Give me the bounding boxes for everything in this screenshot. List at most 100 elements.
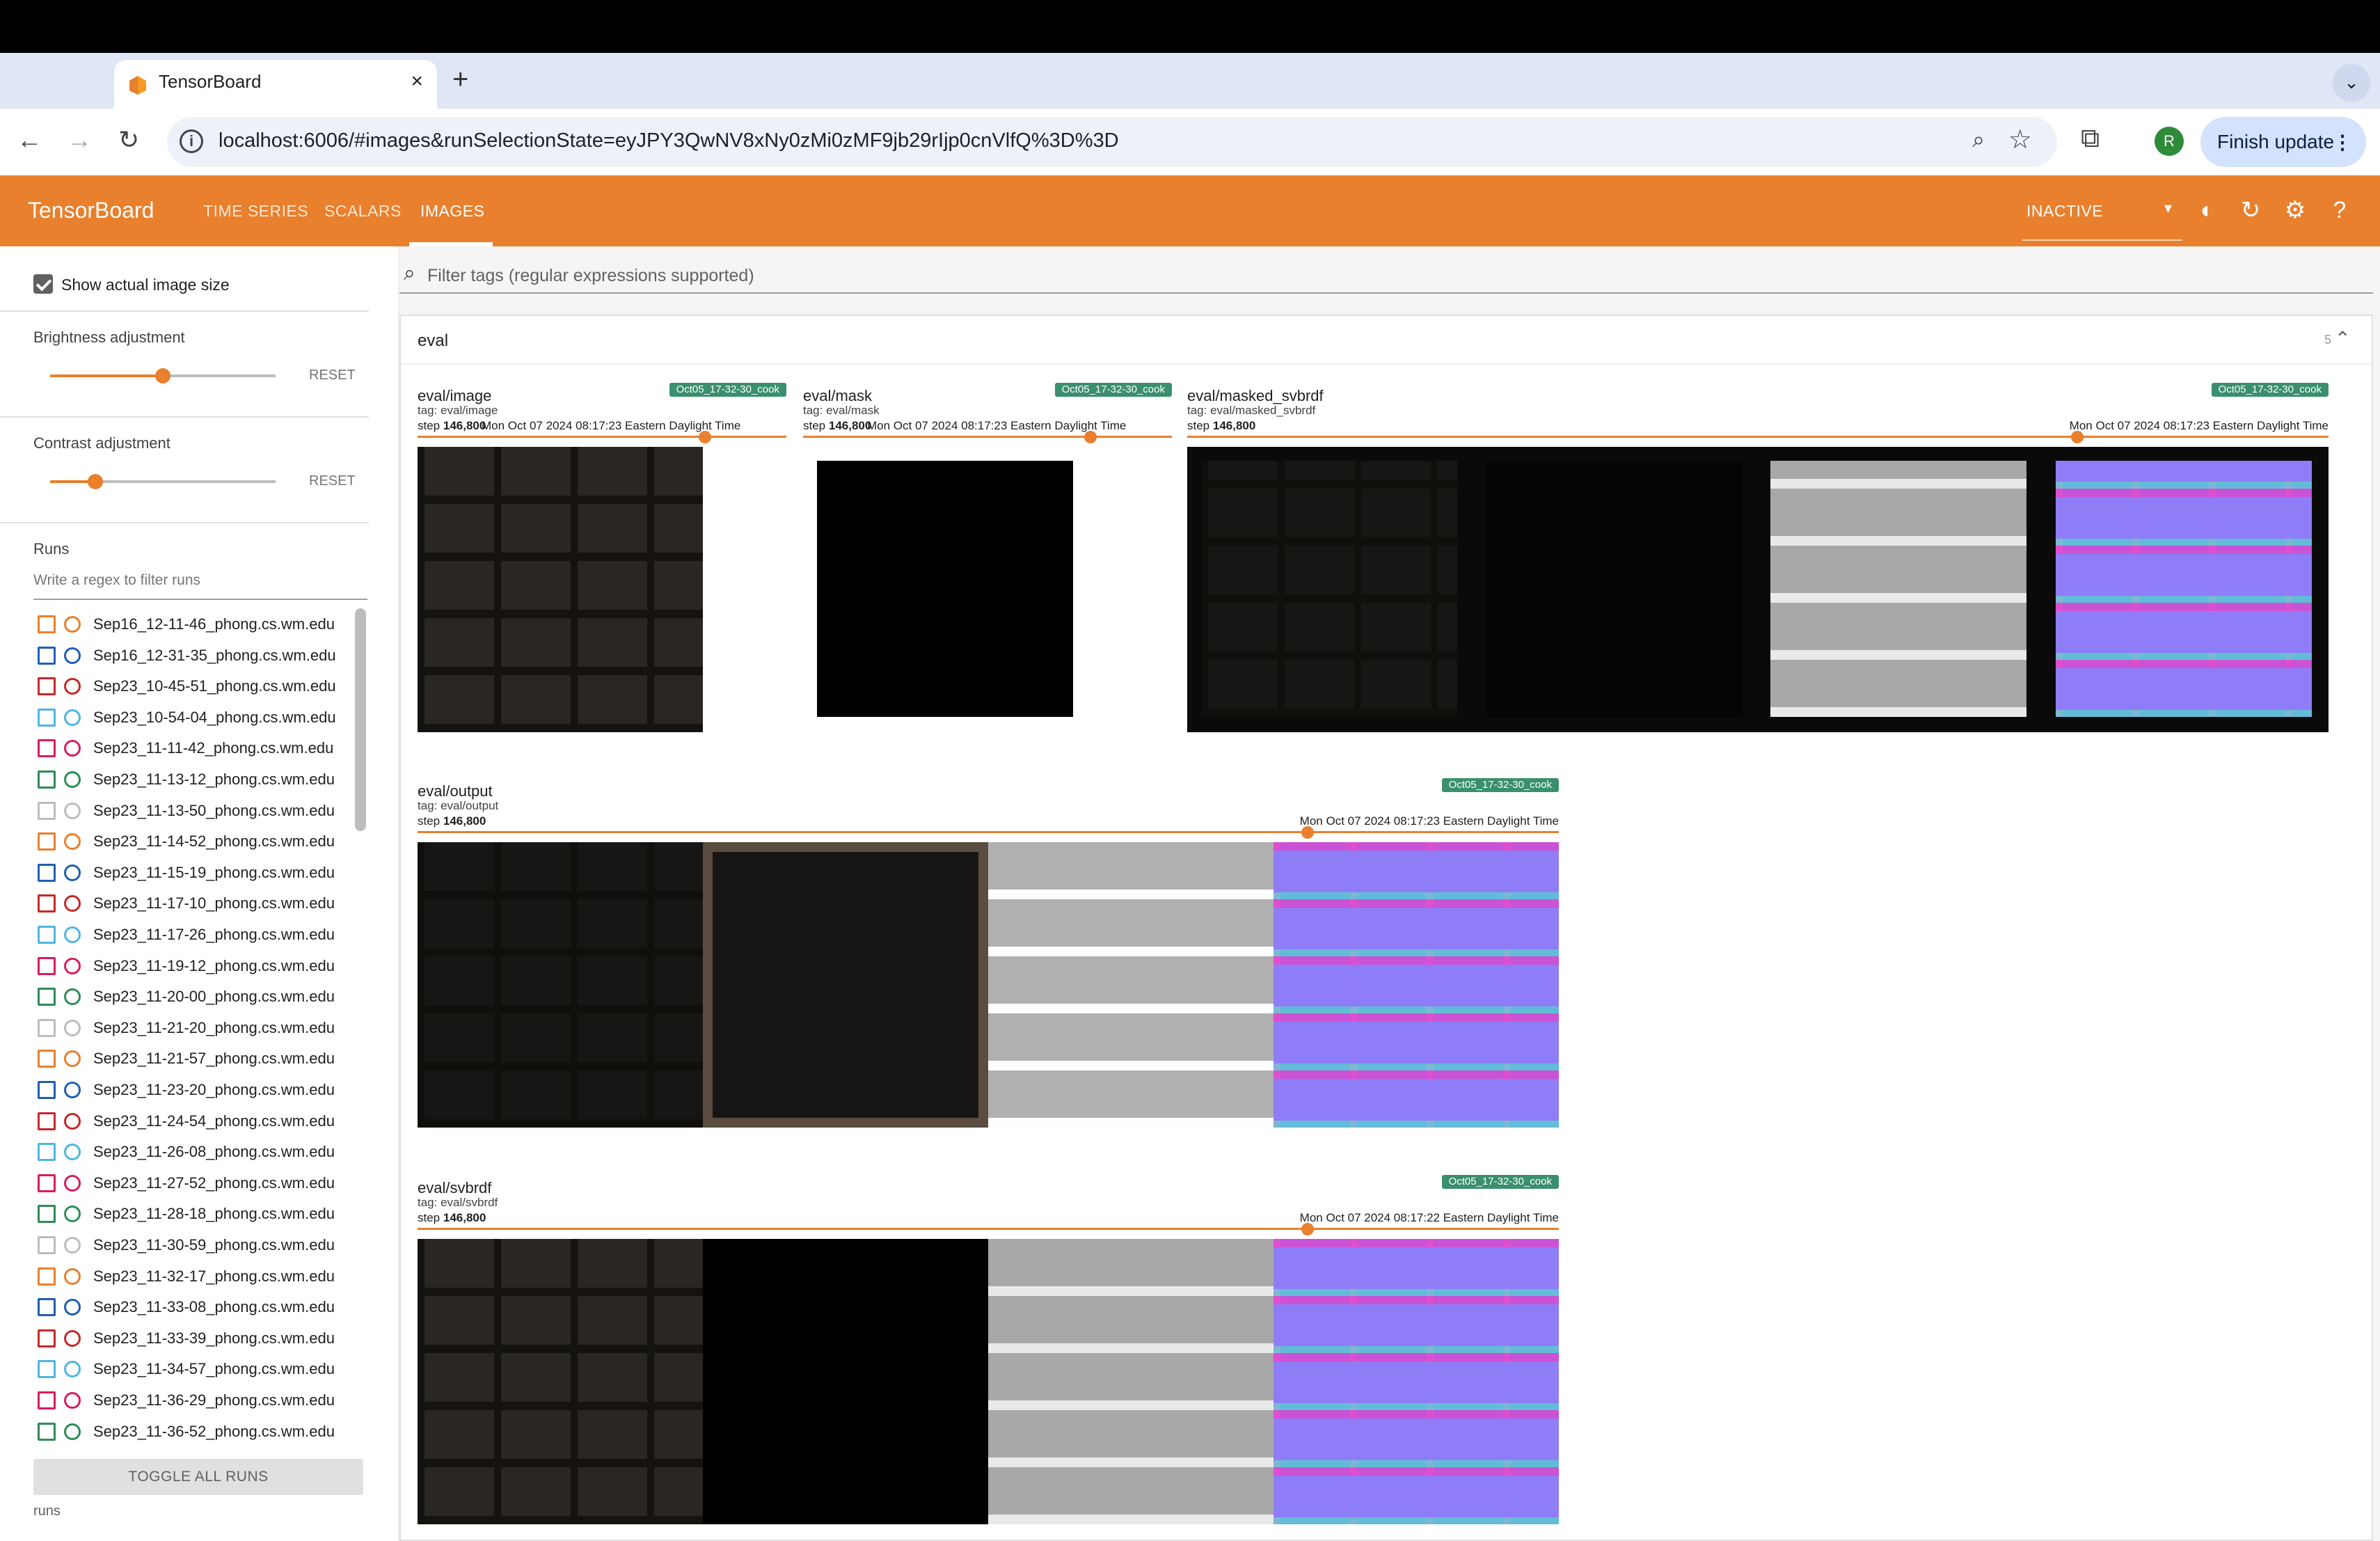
- step-slider-track[interactable]: [418, 436, 786, 438]
- run-item[interactable]: Sep23_11-34-57_phong.cs.wm.edu: [33, 1354, 360, 1382]
- run-color-swatch[interactable]: [64, 1423, 81, 1440]
- run-checkbox[interactable]: [38, 770, 56, 789]
- run-checkbox[interactable]: [38, 894, 56, 913]
- contrast-slider[interactable]: [50, 474, 276, 489]
- run-color-swatch[interactable]: [64, 678, 81, 695]
- run-checkbox[interactable]: [38, 739, 56, 758]
- step-slider-track[interactable]: [803, 436, 1172, 438]
- step-slider-track[interactable]: [418, 831, 1559, 833]
- refresh-icon[interactable]: ↻: [2237, 196, 2264, 224]
- browser-tab[interactable]: TensorBoard ×: [114, 60, 437, 109]
- url-text[interactable]: localhost:6006/#images&runSelectionState…: [219, 129, 1119, 152]
- run-color-swatch[interactable]: [64, 833, 81, 851]
- run-item[interactable]: Sep23_11-28-18_phong.cs.wm.edu: [33, 1199, 360, 1227]
- run-color-swatch[interactable]: [64, 647, 81, 664]
- forward-arrow-icon[interactable]: →: [67, 125, 92, 155]
- image-thumbnail[interactable]: [418, 1239, 1559, 1524]
- run-item[interactable]: Sep23_11-27-52_phong.cs.wm.edu: [33, 1169, 360, 1196]
- step-slider-knob[interactable]: [2071, 431, 2084, 443]
- run-item[interactable]: Sep23_11-19-12_phong.cs.wm.edu: [33, 951, 360, 979]
- run-color-swatch[interactable]: [64, 1329, 81, 1347]
- run-item[interactable]: Sep16_12-31-35_phong.cs.wm.edu: [33, 641, 360, 669]
- run-color-swatch[interactable]: [64, 1144, 81, 1161]
- run-item[interactable]: Sep23_11-21-20_phong.cs.wm.edu: [33, 1013, 360, 1041]
- run-checkbox[interactable]: [38, 1236, 56, 1254]
- run-item[interactable]: Sep23_11-17-26_phong.cs.wm.edu: [33, 920, 360, 948]
- run-checkbox[interactable]: [38, 956, 56, 975]
- show-actual-size-checkbox[interactable]: [33, 274, 53, 294]
- run-item[interactable]: Sep23_11-26-08_phong.cs.wm.edu: [33, 1137, 360, 1165]
- contrast-slider-knob[interactable]: [87, 474, 103, 489]
- run-checkbox[interactable]: [38, 1050, 56, 1068]
- run-color-swatch[interactable]: [64, 957, 81, 974]
- tab-search-chevron-icon[interactable]: ⌄: [2333, 64, 2370, 102]
- run-checkbox[interactable]: [38, 708, 56, 727]
- tab-scalars[interactable]: SCALARS: [324, 202, 402, 221]
- run-color-swatch[interactable]: [64, 740, 81, 757]
- run-color-swatch[interactable]: [64, 1019, 81, 1036]
- run-item[interactable]: Sep23_11-20-00_phong.cs.wm.edu: [33, 982, 360, 1010]
- inactive-plugins-select[interactable]: INACTIVE: [2026, 202, 2103, 221]
- step-slider-knob[interactable]: [1301, 826, 1315, 839]
- image-thumbnail[interactable]: [1187, 447, 2329, 732]
- run-checkbox[interactable]: [38, 1360, 56, 1379]
- settings-gear-icon[interactable]: ⚙: [2281, 196, 2309, 224]
- run-checkbox[interactable]: [38, 1018, 56, 1037]
- run-checkbox[interactable]: [38, 1391, 56, 1409]
- run-item[interactable]: Sep23_11-24-54_phong.cs.wm.edu: [33, 1107, 360, 1135]
- step-slider-knob[interactable]: [1084, 431, 1097, 443]
- zoom-icon[interactable]: ⌕: [1972, 127, 1985, 153]
- brightness-slider[interactable]: [50, 368, 276, 384]
- run-item[interactable]: Sep23_11-33-39_phong.cs.wm.edu: [33, 1324, 360, 1352]
- run-color-swatch[interactable]: [64, 771, 81, 788]
- image-thumbnail[interactable]: [418, 447, 703, 732]
- help-icon[interactable]: ?: [2326, 196, 2354, 224]
- dropdown-caret-icon[interactable]: ▾: [2164, 199, 2172, 217]
- new-tab-button[interactable]: +: [452, 64, 468, 95]
- run-checkbox[interactable]: [38, 926, 56, 944]
- run-checkbox[interactable]: [38, 863, 56, 882]
- run-color-swatch[interactable]: [64, 802, 81, 819]
- run-item[interactable]: Sep23_11-15-19_phong.cs.wm.edu: [33, 858, 360, 886]
- run-item[interactable]: Sep23_11-14-52_phong.cs.wm.edu: [33, 827, 360, 855]
- run-checkbox[interactable]: [38, 1329, 56, 1348]
- run-checkbox[interactable]: [38, 1143, 56, 1162]
- image-thumbnail[interactable]: [817, 461, 1073, 717]
- run-checkbox[interactable]: [38, 1081, 56, 1099]
- run-checkbox[interactable]: [38, 832, 56, 851]
- run-color-swatch[interactable]: [64, 1299, 81, 1316]
- address-bar[interactable]: i localhost:6006/#images&runSelectionSta…: [167, 117, 2057, 167]
- step-slider-track[interactable]: [418, 1228, 1559, 1230]
- tab-time-series[interactable]: TIME SERIES: [203, 202, 308, 221]
- run-checkbox[interactable]: [38, 988, 56, 1006]
- tab-close-icon[interactable]: ×: [411, 70, 423, 93]
- tag-group-header[interactable]: eval 5 ⌃: [401, 316, 2372, 365]
- finish-update-button[interactable]: Finish update ⋮: [2200, 117, 2366, 167]
- site-info-icon[interactable]: i: [180, 129, 203, 153]
- run-color-swatch[interactable]: [64, 1267, 81, 1285]
- run-color-swatch[interactable]: [64, 1237, 81, 1254]
- profile-avatar[interactable]: R: [2155, 127, 2184, 156]
- run-color-swatch[interactable]: [64, 1174, 81, 1192]
- run-color-swatch[interactable]: [64, 864, 81, 881]
- runs-scrollbar[interactable]: [355, 608, 366, 831]
- run-item[interactable]: Sep23_10-54-04_phong.cs.wm.edu: [33, 703, 360, 731]
- run-color-swatch[interactable]: [64, 616, 81, 633]
- run-checkbox[interactable]: [38, 1173, 56, 1192]
- run-item[interactable]: Sep23_11-21-57_phong.cs.wm.edu: [33, 1044, 360, 1072]
- run-item[interactable]: Sep23_11-33-08_phong.cs.wm.edu: [33, 1293, 360, 1320]
- extensions-puzzle-icon[interactable]: ⧉: [2081, 124, 2100, 154]
- tag-filter-input[interactable]: ⌕ Filter tags (regular expressions suppo…: [399, 256, 2373, 294]
- brightness-reset-button[interactable]: RESET: [309, 368, 356, 384]
- run-item[interactable]: Sep23_10-45-51_phong.cs.wm.edu: [33, 672, 360, 700]
- run-item[interactable]: Sep23_11-30-59_phong.cs.wm.edu: [33, 1231, 360, 1258]
- bookmark-star-icon[interactable]: ☆: [2008, 124, 2032, 155]
- run-checkbox[interactable]: [38, 1267, 56, 1286]
- step-slider-knob[interactable]: [1301, 1223, 1315, 1235]
- run-item[interactable]: Sep23_11-13-12_phong.cs.wm.edu: [33, 765, 360, 793]
- theme-toggle-icon[interactable]: ◐: [2193, 196, 2221, 224]
- step-slider-knob[interactable]: [699, 431, 712, 443]
- runs-filter-input[interactable]: Write a regex to filter runs: [33, 572, 367, 600]
- run-color-swatch[interactable]: [64, 709, 81, 726]
- run-color-swatch[interactable]: [64, 895, 81, 912]
